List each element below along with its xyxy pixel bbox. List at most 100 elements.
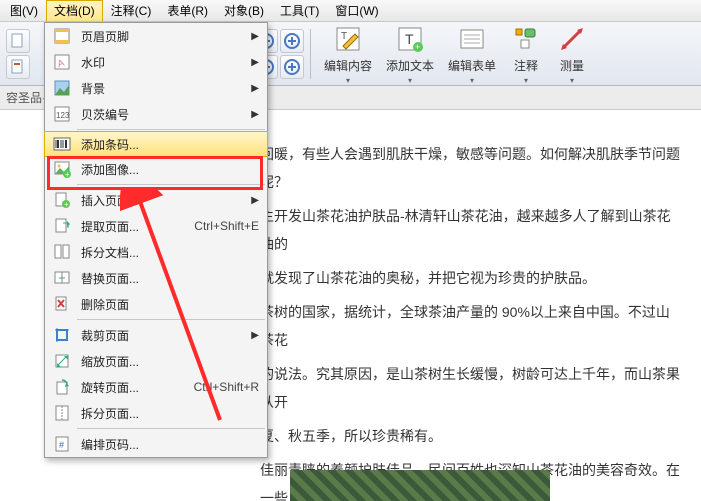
toolbar-small-button[interactable] [6,55,30,79]
menu-item-label: 水印 [81,54,251,71]
chevron-right-icon: ▶ [251,195,259,206]
scale-page-icon [49,350,75,372]
add-image-icon: + [49,158,75,180]
toolbar-measure-button[interactable]: 测量 ▾ [549,20,595,88]
menu-item-bates[interactable]: 123 贝茨编号▶ [45,101,267,127]
menu-item-label: 替换页面... [81,270,259,287]
toolbar-button-label: 注释 [514,57,538,74]
chevron-down-icon: ▾ [470,76,474,85]
menu-item-barcode[interactable]: 添加条码... [44,131,268,157]
menu-separator [77,428,265,429]
toolbar-button-label: 测量 [560,57,584,74]
menu-item-header-footer[interactable]: 页眉页脚▶ [45,23,267,49]
chevron-down-icon: ▾ [524,76,528,85]
zoom-in-button[interactable] [280,29,304,53]
menu-item-label: 拆分页面... [81,405,259,422]
svg-text:123: 123 [56,111,70,120]
menu-item-extract-page[interactable]: 提取页面... Ctrl+Shift+E [45,213,267,239]
plus-circle-icon [283,32,301,50]
menu-item[interactable]: 窗口(W) [327,0,386,21]
svg-text:+: + [64,200,69,209]
svg-text:+: + [65,170,70,178]
chevron-down-icon: ▾ [570,76,574,85]
svg-text:T: T [341,31,347,42]
menu-item[interactable]: 注释(C) [103,0,160,21]
document-image-placeholder [290,470,550,501]
rotate-page-icon [49,376,75,398]
document-paragraph: 的说法。究其原因，是山茶树生长缓慢，树龄可达上千年，而山茶果从开 [260,360,681,416]
menu-item-label: 缩放页面... [81,353,259,370]
delete-page-icon [49,293,75,315]
toolbar-edit-content-button[interactable]: T 编辑内容 ▾ [317,20,379,88]
document-menu-dropdown: 页眉页脚▶A水印▶背景▶123贝茨编号▶添加条码...+添加图像...+插入页面… [44,22,268,458]
menu-item-label: 裁剪页面 [81,327,251,344]
edit-form-icon [456,23,488,55]
toolbar-add-text-button[interactable]: T+添加文本▾ [379,20,441,88]
svg-text:T: T [405,31,414,47]
toolbar-separator [310,29,311,79]
menu-item[interactable]: 图(V) [2,0,46,21]
document-paragraph: 主开发山茶花油护肤品-林清轩山茶花油，越来越多人了解到山茶花油的 [260,202,681,258]
svg-text:+: + [415,42,420,52]
menu-item-label: 插入页面 [81,192,251,209]
menu-item[interactable]: 工具(T) [272,0,327,21]
document-paragraph: 就发现了山茶花油的奥秘，并把它视为珍贵的护肤品。 [260,264,681,292]
menu-item-label: 编排页码... [81,436,259,453]
menu-item[interactable]: 文档(D) [46,0,103,21]
menu-item-label: 页眉页脚 [81,28,251,45]
menu-item-label: 删除页面 [81,296,259,313]
toolbar-small-button[interactable] [6,29,30,53]
menu-item[interactable]: 对象(B) [216,0,272,21]
menu-item-scale-page[interactable]: 缩放页面... [45,348,267,374]
menu-separator [77,319,265,320]
insert-page-icon: + [49,189,75,211]
menu-shortcut: Ctrl+Shift+E [194,219,259,233]
chevron-right-icon: ▶ [251,330,259,341]
menu-item[interactable]: 表单(R) [159,0,216,21]
chevron-right-icon: ▶ [251,109,259,120]
chevron-right-icon: ▶ [251,83,259,94]
menu-item-rotate-page[interactable]: 旋转页面... Ctrl+Shift+R [45,374,267,400]
menu-item-label: 贝茨编号 [81,106,251,123]
menu-item-split-doc[interactable]: 拆分文档... [45,239,267,265]
menu-item-insert-page[interactable]: + 插入页面▶ [45,187,267,213]
menu-shortcut: Ctrl+Shift+R [194,380,259,394]
document-paragraph: 茶树的国家，据统计，全球茶油产量的 90%以上来自中国。不过山茶花 [260,298,681,354]
toolbar-edit-form-button[interactable]: 编辑表单 ▾ [441,20,503,88]
menu-item-delete-page[interactable]: 删除页面 [45,291,267,317]
menu-item-add-image[interactable]: + 添加图像... [45,156,267,182]
menu-separator [77,184,265,185]
toolbar-comment-button[interactable]: 注释 ▾ [503,20,549,88]
background-icon [49,77,75,99]
plus-circle-icon [283,58,301,76]
svg-text:#: # [59,440,64,450]
toolbar-small-group-1 [6,29,30,79]
barcode-icon [49,133,75,155]
toolbar-button-label: 添加文本 [386,57,434,74]
edit-content-icon: T [332,23,364,55]
chevron-down-icon: ▾ [346,76,350,85]
document-paragraph: 夏、秋五季，所以珍贵稀有。 [260,422,681,450]
menu-item-replace-page[interactable]: 替换页面... [45,265,267,291]
menu-item-background[interactable]: 背景▶ [45,75,267,101]
menu-item-label: 添加条码... [81,136,259,153]
menu-item-label: 提取页面... [81,218,186,235]
add-text-icon: T+ [394,23,426,55]
watermark-icon: A [49,51,75,73]
menu-item-label: 添加图像... [81,161,259,178]
toolbar-button-label: 编辑内容 [324,57,372,74]
menu-item-watermark[interactable]: A水印▶ [45,49,267,75]
page-number-icon: # [49,433,75,455]
menu-item-label: 旋转页面... [81,379,186,396]
menu-item-crop-page[interactable]: 裁剪页面▶ [45,322,267,348]
split-doc-icon [49,241,75,263]
extract-page-icon [49,215,75,237]
page-icon [9,32,27,50]
page-icon [9,58,27,76]
menu-item-page-number[interactable]: # 编排页码... [45,431,267,457]
menu-item-split-page[interactable]: 拆分页面... [45,400,267,426]
toolbar-button-label: 编辑表单 [448,57,496,74]
chevron-right-icon: ▶ [251,31,259,42]
document-paragraph: 回暖，有些人会遇到肌肤干燥，敏感等问题。如何解决肌肤季节问题呢？ [260,140,681,196]
zoom-in-alt-button[interactable] [280,55,304,79]
